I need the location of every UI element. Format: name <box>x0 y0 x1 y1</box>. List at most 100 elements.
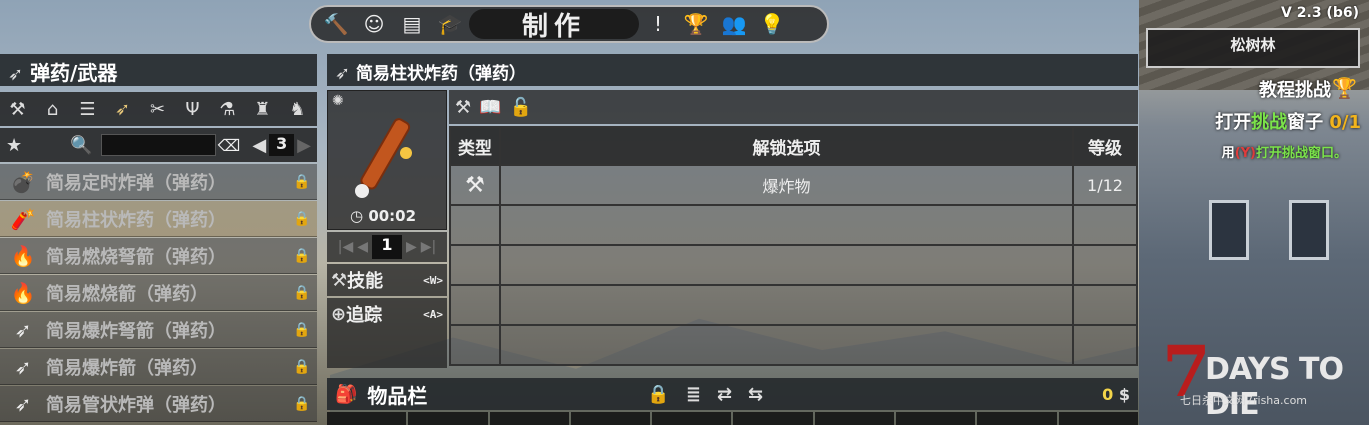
recipe-item-selected[interactable]: 🧨 简易柱状炸药（弹药） 🔒 <box>0 201 317 237</box>
category-row: ⚒ ⌂ ☰ ➶ ✂ Ψ ⚗ ♜ ♞ <box>0 92 317 126</box>
inventory-slot[interactable] <box>408 412 488 425</box>
explosive-bolt-icon: ➶ <box>14 317 32 342</box>
explosive-arrow-icon: ➶ <box>14 354 32 379</box>
backpack-icon: 🎒 <box>335 383 358 405</box>
center-panel-header: ➶ 简易柱状炸药（弹药） <box>327 54 1138 86</box>
inventory-header: 🎒 物品栏 🔒 ≣ ⇄ ⇆ 0 $ <box>327 378 1138 410</box>
unlock-option: 爆炸物 <box>499 164 1074 206</box>
table-row <box>449 204 1138 246</box>
unlock-table: 类型 解锁选项 等级 ⚒ 爆炸物 1/12 <box>449 126 1138 366</box>
page-number: 3 <box>269 134 295 156</box>
inventory-slot[interactable] <box>1058 412 1138 425</box>
table-row <box>449 324 1138 366</box>
lock-icon: 🔒 <box>293 210 311 227</box>
lock-icon: 🔒 <box>293 321 311 338</box>
category-hammer-icon[interactable]: ⚒ <box>4 95 31 123</box>
column-header-unlock-option: 解锁选项 <box>499 126 1074 166</box>
tab-crafting[interactable]: 制作 <box>469 9 639 42</box>
category-armor-icon[interactable]: ♜ <box>249 95 276 123</box>
fire-arrow-icon: 🔥 <box>10 280 36 305</box>
lock-icon: 🔒 <box>293 358 311 375</box>
qty-min-icon[interactable]: |◀ <box>338 239 353 255</box>
track-button[interactable]: ⊕ 追踪 <A> <box>327 298 447 330</box>
side-panel-empty <box>327 330 447 368</box>
hammer-icon: ⚒ <box>449 164 501 206</box>
inventory-slot[interactable] <box>814 412 895 425</box>
recipe-item[interactable]: 🔥 简易燃烧箭（弹药） 🔒 <box>0 275 317 311</box>
item-preview: ✺ ◷ 00:02 <box>327 90 447 230</box>
track-icon: ⊕ <box>331 303 347 325</box>
inventory-slot[interactable] <box>733 412 813 425</box>
recipe-item[interactable]: ➶ 简易爆炸箭（弹药） 🔒 <box>0 349 317 385</box>
table-row <box>449 244 1138 286</box>
move-matching-icon[interactable]: ⇆ <box>748 384 763 405</box>
sort-icon[interactable]: ≣ <box>686 384 701 405</box>
qty-dec-icon[interactable]: ◀ <box>357 239 368 255</box>
lock-icon: 🔒 <box>293 247 311 264</box>
tab-hammer-icon[interactable]: 🔨 <box>317 9 355 39</box>
tab-map-icon[interactable]: ▤ <box>393 9 431 39</box>
search-row: ★ 🔍 ⌫ ◀ 3 ▶ <box>0 128 317 162</box>
search-input[interactable] <box>100 134 216 156</box>
qty-max-icon[interactable]: ▶| <box>421 239 436 255</box>
lock-icon: 🔒 <box>293 395 311 412</box>
category-fork-icon[interactable]: Ψ <box>179 95 206 123</box>
inventory-slot[interactable] <box>327 412 407 425</box>
game-logo: 7 DAYS TO DIE 七日杀中文网7risha.com <box>1162 330 1344 422</box>
inventory-slot[interactable] <box>489 412 569 425</box>
tab-players-icon[interactable]: 👥 <box>715 9 753 39</box>
background-window <box>1289 200 1329 260</box>
move-all-icon[interactable]: ⇄ <box>717 384 732 405</box>
favorite-star-icon[interactable]: ★ <box>6 135 22 156</box>
recipe-item[interactable]: 💣 简易定时炸弹（弹药） 🔒 <box>0 164 317 200</box>
unlock-toolbar: ⚒ 📖 🔓 <box>449 90 1138 124</box>
background-window <box>1209 200 1249 260</box>
category-chemistry-icon[interactable]: ⚗ <box>214 95 241 123</box>
tab-skills-cap-icon[interactable]: 🎓 <box>431 9 469 39</box>
recipe-item[interactable]: 🔥 简易燃烧弩箭（弹药） 🔒 <box>0 238 317 274</box>
recipe-item[interactable]: ➶ 简易爆炸弩箭（弹药） 🔒 <box>0 312 317 348</box>
search-icon: 🔍 <box>70 134 93 156</box>
qty-inc-icon[interactable]: ▶ <box>406 239 417 255</box>
top-tab-bar: 🔨 ☺ ▤ 🎓 制作 ! 🏆 👥 💡 <box>309 5 829 43</box>
unlock-icon[interactable]: 🔓 <box>510 97 532 118</box>
next-page-icon[interactable]: ▶ <box>297 135 311 156</box>
challenge-hint: 用(Y)打开挑战窗口。 <box>1221 146 1347 161</box>
lock-icon: 🔒 <box>293 173 311 190</box>
coin-icon: $ <box>1118 384 1130 404</box>
lock-slots-icon[interactable]: 🔒 <box>647 384 669 405</box>
craft-time: ◷ 00:02 <box>350 207 417 225</box>
fire-bolt-icon: 🔥 <box>10 243 36 268</box>
tab-trophy-icon[interactable]: 🏆 <box>677 9 715 39</box>
pipe-bomb-icon: ➶ <box>14 391 32 416</box>
left-panel-header: ➶ 弹药/武器 <box>0 54 317 86</box>
column-header-level: 等级 <box>1072 126 1138 166</box>
clear-search-icon[interactable]: ⌫ <box>216 136 243 155</box>
challenge-progress: 0/1 <box>1329 112 1361 133</box>
column-header-type: 类型 <box>449 126 501 166</box>
inventory-slot[interactable] <box>652 412 732 425</box>
inventory-title: 物品栏 <box>367 383 428 408</box>
ammo-icon: ➶ <box>8 64 24 85</box>
quantity-stepper: |◀ ◀ 1 ▶ ▶| <box>327 232 447 262</box>
inventory-slot[interactable] <box>570 412 651 425</box>
skill-button[interactable]: ⚒ 技能 <W> <box>327 264 447 296</box>
inventory-slot[interactable] <box>977 412 1057 425</box>
tab-tips-bulb-icon[interactable]: 💡 <box>753 9 791 39</box>
ammo-icon: ➶ <box>335 63 351 84</box>
table-row[interactable]: ⚒ 爆炸物 1/12 <box>449 164 1138 206</box>
category-tools-icon[interactable]: ✂ <box>144 95 171 123</box>
category-workbench-icon[interactable]: ☰ <box>74 95 101 123</box>
tab-challenge-icon[interactable]: ! <box>639 9 677 39</box>
prev-page-icon[interactable]: ◀ <box>252 135 266 156</box>
category-chair-icon[interactable]: ♞ <box>284 95 311 123</box>
tab-character-icon[interactable]: ☺ <box>355 9 393 39</box>
category-ammo-icon[interactable]: ➶ <box>109 95 136 123</box>
category-home-icon[interactable]: ⌂ <box>39 95 66 123</box>
book-icon[interactable]: 📖 <box>479 97 501 118</box>
recipe-item[interactable]: ➶ 简易管状炸弹（弹药） 🔒 <box>0 386 317 422</box>
workbench-icon[interactable]: ⚒ <box>455 97 471 118</box>
version-label: V 2.3 (b6) <box>1281 5 1359 21</box>
inventory-slot[interactable] <box>896 412 976 425</box>
quantity-value[interactable]: 1 <box>372 235 402 259</box>
